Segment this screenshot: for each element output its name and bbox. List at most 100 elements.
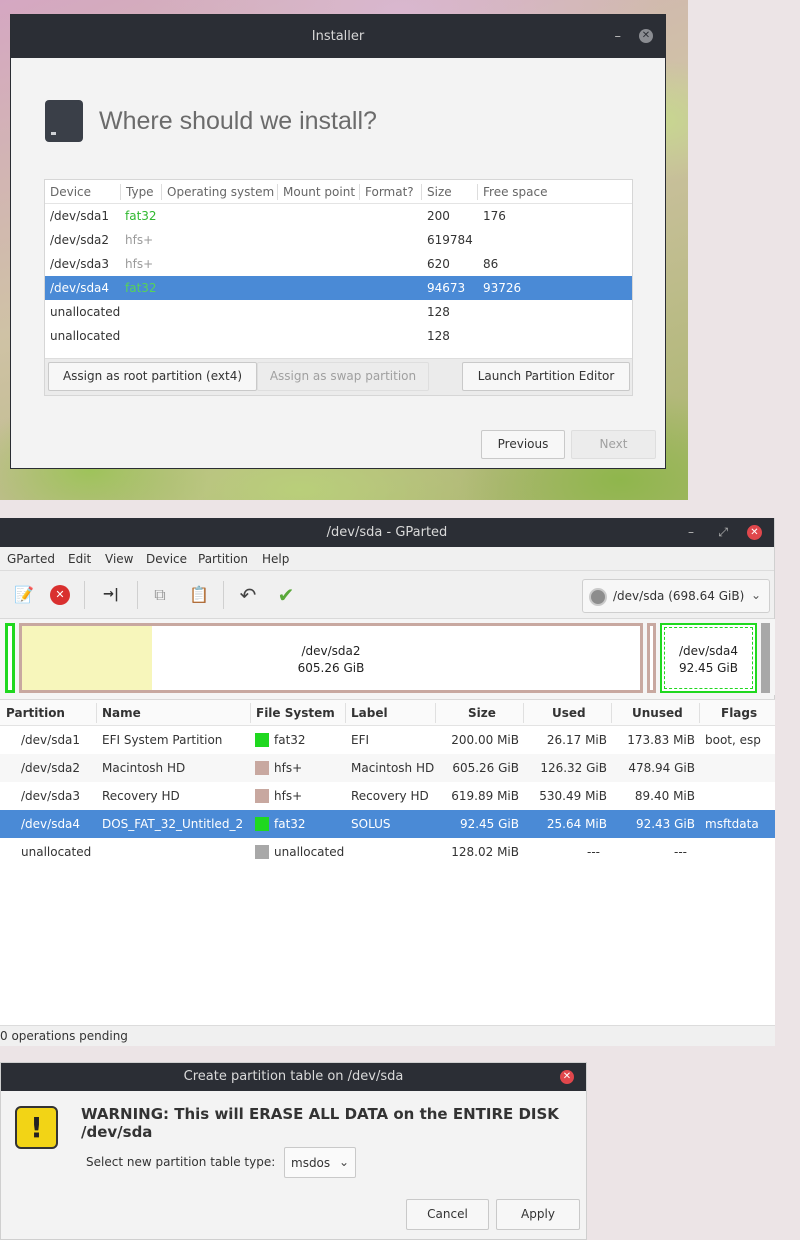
dialog-titlebar: Create partition table on /dev/sda ✕: [1, 1063, 586, 1091]
dialog-title: Create partition table on /dev/sda: [183, 1069, 404, 1084]
row-size: 92.45 GiB: [459, 817, 519, 831]
row-size: 619784: [427, 233, 473, 247]
next-button[interactable]: Next: [571, 430, 656, 459]
column-mount-point[interactable]: Mount point: [283, 185, 355, 199]
column-device[interactable]: Device: [50, 185, 91, 199]
row-file-system: fat32: [274, 817, 306, 831]
undo-icon[interactable]: ↶: [237, 584, 259, 606]
row-unused: 173.83 MiB: [627, 733, 695, 747]
disk-segment-sda2[interactable]: /dev/sda2 605.26 GiB: [19, 623, 643, 693]
gparted-titlebar: /dev/sda - GParted – ⤢ ✕: [0, 518, 774, 547]
menu-gparted[interactable]: GParted: [7, 552, 55, 566]
fs-color-swatch: [255, 845, 269, 859]
column-name[interactable]: Name: [102, 706, 141, 720]
paste-icon[interactable]: 📋: [188, 584, 210, 606]
menu-device[interactable]: Device: [146, 552, 187, 566]
partition-row[interactable]: unallocated 128: [45, 300, 632, 324]
device-selector-value: /dev/sda (698.64 GiB): [613, 589, 745, 603]
column-free-space[interactable]: Free space: [483, 185, 547, 199]
row-free: 86: [483, 257, 499, 271]
menu-edit[interactable]: Edit: [68, 552, 91, 566]
row-name: Recovery HD: [102, 789, 180, 803]
table-row[interactable]: /dev/sda2 Macintosh HD hfs+ Macintosh HD…: [0, 754, 775, 782]
row-size: 128: [427, 305, 450, 319]
disk-segment-unallocated[interactable]: [761, 623, 770, 693]
row-name: EFI System Partition: [102, 733, 223, 747]
row-size: 605.26 GiB: [452, 761, 519, 775]
column-used[interactable]: Used: [552, 706, 586, 720]
previous-button[interactable]: Previous: [481, 430, 565, 459]
segment-label: /dev/sda2: [301, 644, 361, 658]
row-name: DOS_FAT_32_Untitled_2: [102, 817, 244, 831]
partition-row[interactable]: /dev/sda1 fat32 200 176: [45, 204, 632, 228]
row-size: 200: [427, 209, 450, 223]
cancel-button[interactable]: Cancel: [406, 1199, 489, 1230]
column-partition[interactable]: Partition: [6, 706, 65, 720]
column-size[interactable]: Size: [427, 185, 452, 199]
column-type[interactable]: Type: [126, 185, 154, 199]
row-partition: /dev/sda2: [21, 761, 81, 775]
row-size: 128.02 MiB: [451, 845, 519, 859]
menu-help[interactable]: Help: [262, 552, 289, 566]
row-partition: unallocated: [21, 845, 92, 859]
column-size[interactable]: Size: [468, 706, 496, 720]
table-row-selected[interactable]: /dev/sda4 DOS_FAT_32_Untitled_2 fat32 SO…: [0, 810, 775, 838]
column-label[interactable]: Label: [351, 706, 388, 720]
row-label: Recovery HD: [351, 789, 429, 803]
row-flags: boot, esp: [705, 733, 761, 747]
partition-row[interactable]: unallocated 128: [45, 324, 632, 348]
row-size: 128: [427, 329, 450, 343]
partition-list-header: Device Type Operating system Mount point…: [45, 180, 632, 204]
assign-swap-button[interactable]: Assign as swap partition: [257, 362, 429, 391]
menu-view[interactable]: View: [105, 552, 133, 566]
table-row[interactable]: /dev/sda1 EFI System Partition fat32 EFI…: [0, 726, 775, 754]
apply-icon[interactable]: ✔: [275, 584, 297, 606]
partition-table-type-select[interactable]: msdos ⌄: [284, 1147, 356, 1178]
delete-icon[interactable]: ✕: [50, 585, 70, 605]
column-os[interactable]: Operating system: [167, 185, 274, 199]
row-type: fat32: [125, 209, 157, 223]
new-icon[interactable]: 📝: [13, 584, 35, 606]
segment-size: 605.26 GiB: [297, 661, 365, 675]
disk-segment-sda1[interactable]: [5, 623, 15, 693]
menu-partition[interactable]: Partition: [198, 552, 248, 566]
assign-root-button[interactable]: Assign as root partition (ext4): [48, 362, 257, 391]
table-row[interactable]: unallocated unallocated 128.02 MiB --- -…: [0, 838, 775, 866]
warning-icon: !: [15, 1106, 58, 1149]
launch-partition-editor-button[interactable]: Launch Partition Editor: [462, 362, 630, 391]
close-icon[interactable]: ✕: [747, 525, 762, 540]
partition-row[interactable]: /dev/sda2 hfs+ 619784: [45, 228, 632, 252]
row-type: hfs+: [125, 257, 154, 271]
minimize-icon[interactable]: –: [688, 518, 694, 547]
column-unused[interactable]: Unused: [632, 706, 683, 720]
row-used: 126.32 GiB: [540, 761, 607, 775]
hard-disk-icon: [45, 100, 83, 142]
page-title: Where should we install?: [99, 107, 377, 135]
row-device: /dev/sda4: [50, 281, 110, 295]
row-partition: /dev/sda1: [21, 733, 81, 747]
close-icon[interactable]: ✕: [560, 1070, 574, 1084]
device-selector[interactable]: /dev/sda (698.64 GiB) ⌄: [582, 579, 770, 613]
row-label: EFI: [351, 733, 370, 747]
menu-bar: GParted Edit View Device Partition Help: [0, 547, 774, 571]
disk-segment-sda3[interactable]: [647, 623, 656, 693]
apply-button[interactable]: Apply: [496, 1199, 580, 1230]
column-format[interactable]: Format?: [365, 185, 414, 199]
row-size: 619.89 MiB: [451, 789, 519, 803]
partition-table-header: Partition Name File System Label Size Us…: [0, 700, 775, 726]
table-row[interactable]: /dev/sda3 Recovery HD hfs+ Recovery HD 6…: [0, 782, 775, 810]
resize-move-icon[interactable]: →|: [98, 584, 124, 606]
column-file-system[interactable]: File System: [256, 706, 335, 720]
copy-icon[interactable]: ⧉: [149, 584, 171, 606]
disk-segment-sda4[interactable]: /dev/sda4 92.45 GiB: [660, 623, 757, 693]
close-icon[interactable]: ✕: [639, 29, 653, 43]
maximize-icon[interactable]: ⤢: [718, 518, 728, 547]
create-partition-table-dialog: Create partition table on /dev/sda ✕ ! W…: [0, 1062, 587, 1240]
row-partition: /dev/sda3: [21, 789, 81, 803]
column-flags[interactable]: Flags: [721, 706, 757, 720]
chevron-down-icon: ⌄: [338, 1155, 349, 1169]
minimize-icon[interactable]: –: [615, 15, 622, 58]
row-used: 530.49 MiB: [539, 789, 607, 803]
partition-row[interactable]: /dev/sda3 hfs+ 620 86: [45, 252, 632, 276]
partition-row-selected[interactable]: /dev/sda4 fat32 94673 93726: [45, 276, 632, 300]
